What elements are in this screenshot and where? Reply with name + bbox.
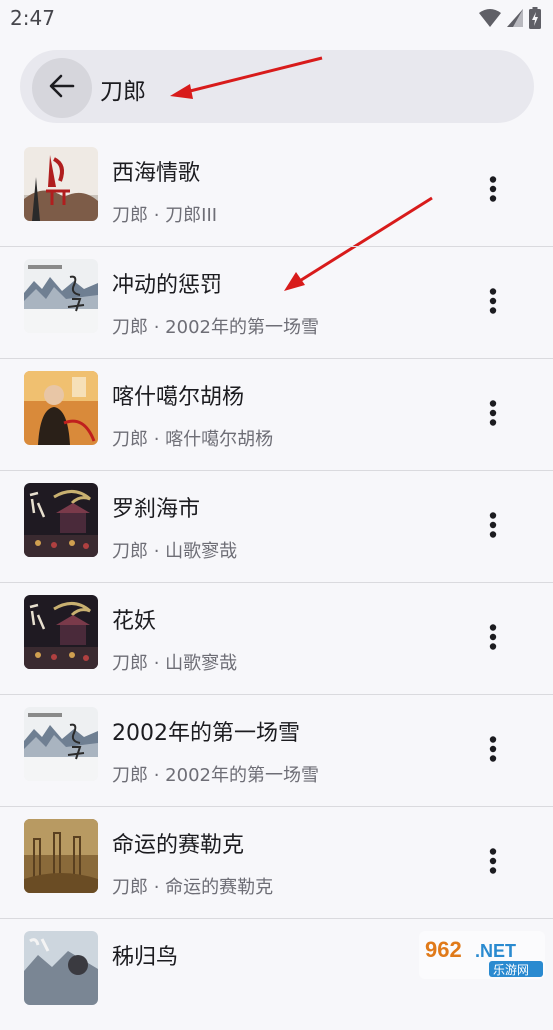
more-vertical-icon bbox=[489, 512, 497, 538]
song-title: 罗刹海市 bbox=[112, 491, 200, 523]
song-title: 2002年的第一场雪 bbox=[112, 715, 300, 747]
more-vertical-icon bbox=[489, 400, 497, 426]
more-options-button[interactable] bbox=[475, 389, 511, 437]
more-options-button[interactable] bbox=[475, 613, 511, 661]
search-query[interactable]: 刀郎 bbox=[100, 72, 146, 106]
cellular-signal-icon bbox=[507, 8, 523, 32]
song-title: 命运的赛勒克 bbox=[112, 827, 244, 859]
song-title: 花妖 bbox=[112, 603, 156, 635]
song-title: 秭归鸟 bbox=[112, 939, 178, 971]
song-title: 喀什噶尔胡杨 bbox=[112, 379, 244, 411]
album-cover-sailek bbox=[24, 819, 98, 893]
album-cover-first-snow bbox=[24, 707, 98, 781]
song-subtitle: 刀郎 · 刀郎III bbox=[112, 201, 217, 227]
more-vertical-icon bbox=[489, 736, 497, 762]
song-row[interactable]: 冲动的惩罚 刀郎 · 2002年的第一场雪 bbox=[0, 247, 553, 359]
wifi-icon bbox=[479, 8, 501, 32]
more-vertical-icon bbox=[489, 176, 497, 202]
album-cover-zigui bbox=[24, 931, 98, 1005]
song-row[interactable]: 命运的赛勒克 刀郎 · 命运的赛勒克 bbox=[0, 807, 553, 919]
status-icons bbox=[479, 7, 541, 33]
song-subtitle: 刀郎 · 命运的赛勒克 bbox=[112, 873, 273, 899]
back-button[interactable] bbox=[32, 58, 92, 118]
song-row[interactable]: 喀什噶尔胡杨 刀郎 · 喀什噶尔胡杨 bbox=[0, 359, 553, 471]
song-row[interactable]: 花妖 刀郎 · 山歌寥哉 bbox=[0, 583, 553, 695]
more-options-button[interactable] bbox=[475, 725, 511, 773]
song-subtitle: 刀郎 · 2002年的第一场雪 bbox=[112, 313, 319, 339]
arrow-left-icon bbox=[49, 74, 75, 102]
battery-charging-icon bbox=[529, 7, 541, 33]
more-vertical-icon bbox=[489, 624, 497, 650]
song-row[interactable]: 2002年的第一场雪 刀郎 · 2002年的第一场雪 bbox=[0, 695, 553, 807]
song-list: 西海情歌 刀郎 · 刀郎III 冲动的惩罚 刀郎 · 2002年的第一场雪 bbox=[0, 135, 553, 1030]
status-time: 2:47 bbox=[10, 6, 55, 30]
song-row[interactable]: 秭归鸟 bbox=[0, 919, 553, 1030]
more-vertical-icon bbox=[489, 288, 497, 314]
album-cover-first-snow bbox=[24, 259, 98, 333]
song-subtitle: 刀郎 · 山歌寥哉 bbox=[112, 537, 237, 563]
song-title: 冲动的惩罚 bbox=[112, 267, 222, 299]
more-options-button[interactable] bbox=[475, 837, 511, 885]
more-options-button[interactable] bbox=[475, 501, 511, 549]
search-bar[interactable]: 刀郎 bbox=[20, 50, 534, 123]
song-row[interactable]: 西海情歌 刀郎 · 刀郎III bbox=[0, 135, 553, 247]
song-subtitle: 刀郎 · 山歌寥哉 bbox=[112, 649, 237, 675]
song-row[interactable]: 罗刹海市 刀郎 · 山歌寥哉 bbox=[0, 471, 553, 583]
song-subtitle: 刀郎 · 喀什噶尔胡杨 bbox=[112, 425, 273, 451]
more-vertical-icon bbox=[489, 848, 497, 874]
song-title: 西海情歌 bbox=[112, 155, 200, 187]
more-options-button[interactable] bbox=[475, 277, 511, 325]
album-cover-kashgar bbox=[24, 371, 98, 445]
album-cover-shange bbox=[24, 483, 98, 557]
more-options-button[interactable] bbox=[475, 165, 511, 213]
album-cover-daolang-iii bbox=[24, 147, 98, 221]
status-bar: 2:47 bbox=[0, 0, 553, 38]
song-subtitle: 刀郎 · 2002年的第一场雪 bbox=[112, 761, 319, 787]
album-cover-shange bbox=[24, 595, 98, 669]
